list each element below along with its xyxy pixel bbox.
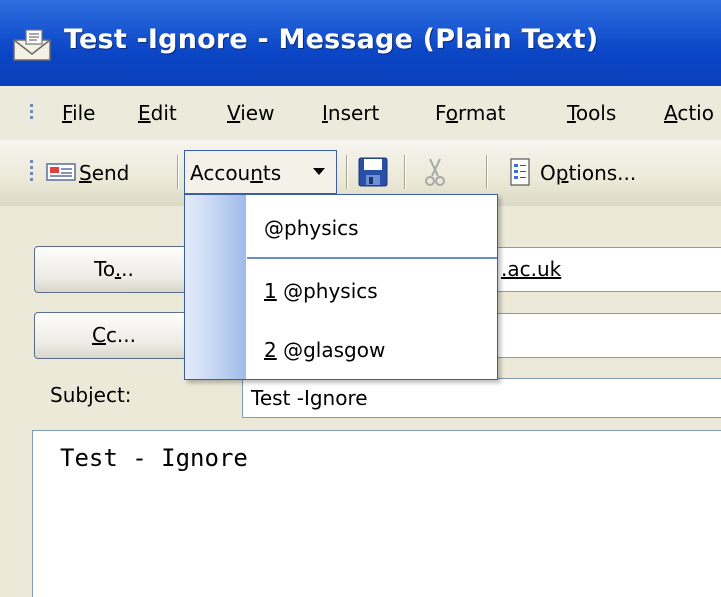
message-envelope-icon bbox=[13, 29, 51, 61]
menu-separator bbox=[247, 257, 497, 259]
accounts-menu-item-physics[interactable]: 1 @physics bbox=[264, 279, 378, 303]
to-recipient[interactable]: .ac.uk bbox=[501, 248, 561, 291]
toolbar-separator bbox=[177, 155, 178, 189]
menu-file[interactable]: File bbox=[62, 101, 95, 125]
menu-edit[interactable]: Edit bbox=[138, 101, 177, 125]
to-button[interactable]: To... bbox=[34, 246, 194, 293]
window-title: Test -Ignore - Message (Plain Text) bbox=[64, 24, 599, 55]
message-body-text: Test - Ignore bbox=[60, 444, 248, 472]
save-icon[interactable] bbox=[357, 156, 389, 188]
send-button[interactable]: Send bbox=[79, 161, 129, 185]
cut-icon[interactable] bbox=[424, 157, 446, 187]
menu-format[interactable]: Format bbox=[435, 101, 506, 125]
menu-view[interactable]: View bbox=[227, 101, 274, 125]
title-bar[interactable]: Test -Ignore - Message (Plain Text) bbox=[0, 0, 721, 86]
menu-tools[interactable]: Tools bbox=[567, 101, 616, 125]
accounts-menu-item-glasgow[interactable]: 2 @glasgow bbox=[264, 338, 385, 362]
options-icon bbox=[510, 158, 530, 186]
send-icon bbox=[46, 163, 76, 181]
menu-actions[interactable]: Actio bbox=[664, 101, 714, 125]
toolbar-separator bbox=[486, 155, 487, 189]
menu-gutter bbox=[185, 195, 246, 379]
subject-label: Subject: bbox=[50, 383, 132, 407]
accounts-button-label[interactable]: Accounts bbox=[190, 161, 281, 185]
toolbar-separator bbox=[346, 155, 347, 189]
options-button[interactable]: Options... bbox=[540, 161, 636, 185]
subject-input[interactable]: Test -Ignore bbox=[242, 378, 721, 418]
chevron-down-icon[interactable] bbox=[313, 168, 325, 176]
toolbar-grip[interactable] bbox=[30, 160, 34, 184]
accounts-menu-header[interactable]: @physics bbox=[264, 216, 359, 240]
toolbar-separator bbox=[404, 155, 405, 189]
cc-button[interactable]: Cc... bbox=[34, 312, 194, 359]
menu-bar-grip[interactable] bbox=[30, 104, 34, 122]
menu-insert[interactable]: Insert bbox=[322, 101, 379, 125]
